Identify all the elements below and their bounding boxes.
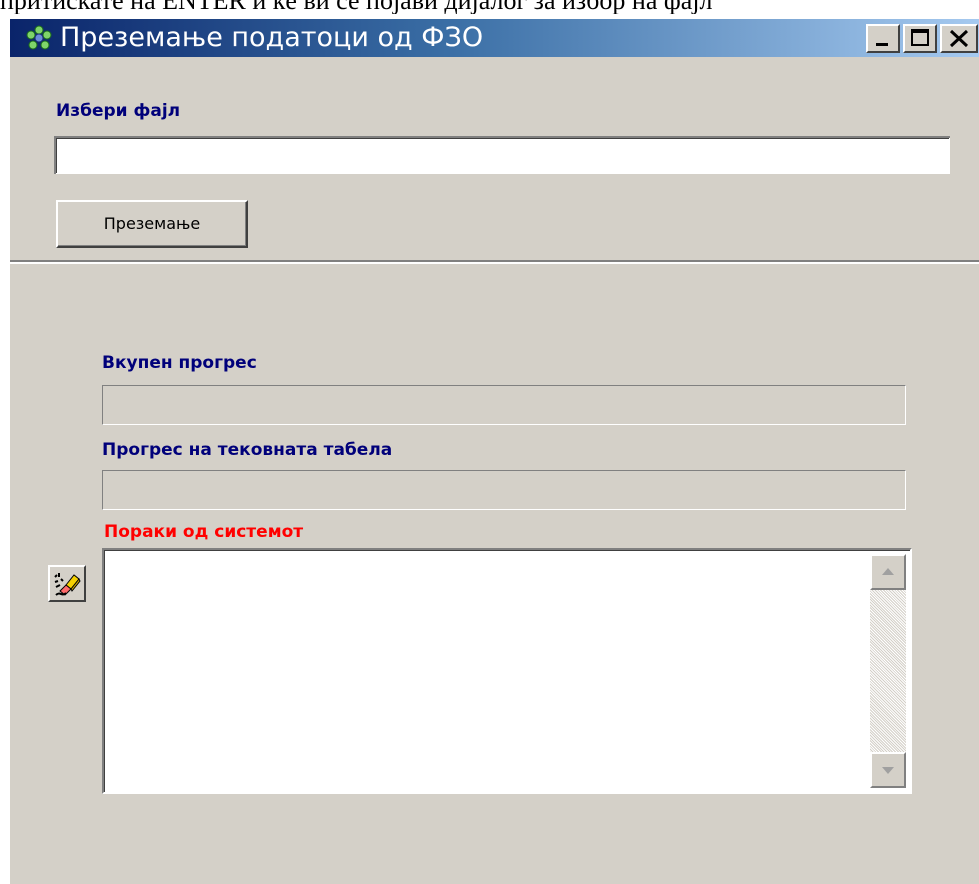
window-title: Преземање податоци од ФЗО (60, 22, 484, 53)
minimize-icon (876, 43, 888, 46)
progress-panel: Вкупен прогрес Прогрес на тековната табе… (10, 264, 979, 884)
download-button[interactable]: Преземање (56, 200, 248, 248)
maximize-button[interactable] (903, 24, 937, 53)
app-window: Преземање податоци од ФЗО Избери фајл Пр… (8, 18, 979, 884)
file-label: Избери фајл (56, 101, 181, 121)
scroll-up-button[interactable] (870, 554, 906, 590)
total-progress-label: Вкупен прогрес (102, 353, 257, 373)
arrow-down-icon (882, 767, 894, 774)
messages-label: Пораки од системот (104, 522, 304, 542)
close-icon (949, 29, 969, 48)
messages-text (110, 554, 864, 788)
table-progress-bar (102, 470, 906, 510)
eraser-icon (54, 573, 81, 596)
messages-scrollbar[interactable] (870, 554, 906, 788)
title-bar[interactable]: Преземање податоци од ФЗО (10, 19, 979, 57)
table-progress-label: Прогрес на тековната табела (102, 440, 393, 460)
maximize-icon (911, 29, 929, 46)
close-button[interactable] (940, 24, 978, 53)
file-select-panel: Избери фајл Преземање (10, 57, 979, 260)
app-icon[interactable] (24, 24, 54, 52)
arrow-up-icon (882, 568, 894, 575)
document-caption: притискате на ENTER и ќе ви се појави ди… (0, 0, 979, 14)
total-progress-bar (102, 385, 906, 425)
messages-box[interactable] (102, 548, 912, 794)
minimize-button[interactable] (866, 24, 900, 53)
clear-messages-button[interactable] (48, 565, 86, 602)
file-path-input[interactable] (54, 136, 950, 174)
scroll-down-button[interactable] (870, 752, 906, 788)
